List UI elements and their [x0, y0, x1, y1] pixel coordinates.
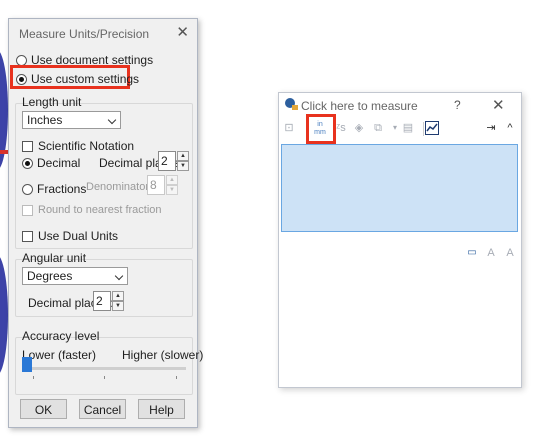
- accuracy-slider-track[interactable]: [26, 367, 186, 370]
- use-custom-settings-radio[interactable]: [16, 73, 27, 85]
- show-xyz-icon[interactable]: ᶻs: [334, 121, 348, 135]
- slider-tick: [33, 376, 34, 379]
- use-dual-units-option[interactable]: Use Dual Units: [22, 229, 118, 243]
- scientific-notation-option[interactable]: Scientific Notation: [22, 139, 134, 153]
- accuracy-level-group: [15, 337, 193, 395]
- accuracy-slider-thumb[interactable]: [22, 357, 32, 372]
- dropdown-icon[interactable]: ▾: [388, 121, 402, 135]
- help-icon[interactable]: ?: [454, 98, 461, 112]
- measure-tool-icon: [285, 98, 298, 110]
- denominator-stepper[interactable]: 8 ▲ ▼: [147, 175, 178, 195]
- stepper-up-icon[interactable]: ▲: [112, 291, 124, 301]
- scientific-notation-checkbox[interactable]: [22, 140, 33, 152]
- dialog-title: Measure Units/Precision: [19, 27, 150, 41]
- measure-window-title[interactable]: Click here to measure: [301, 99, 418, 113]
- length-decimal-places-stepper[interactable]: 2 ▲ ▼: [158, 151, 189, 171]
- fractions-radio[interactable]: [22, 183, 33, 195]
- stepper-up-icon[interactable]: ▲: [166, 175, 178, 185]
- history-icon[interactable]: ▤: [401, 121, 415, 135]
- pin-icon[interactable]: ⇥: [484, 121, 498, 135]
- slider-tick: [176, 376, 177, 379]
- stepper-down-icon[interactable]: ▼: [166, 185, 178, 195]
- accuracy-level-label: Accuracy level: [22, 329, 100, 343]
- use-document-settings-radio[interactable]: [16, 54, 27, 66]
- annotation-icon[interactable]: A: [484, 246, 498, 260]
- use-custom-settings-label: Use custom settings: [31, 72, 140, 86]
- decimal-label: Decimal: [37, 156, 81, 170]
- chevron-down-icon: [114, 271, 124, 281]
- angular-decimal-places-value[interactable]: 2: [93, 291, 111, 311]
- use-dual-units-checkbox[interactable]: [22, 230, 33, 242]
- measure-window: Click here to measure ? ✕ ⊡ in mm ᶻs ◈ ⧉ …: [278, 92, 522, 388]
- length-unit-select[interactable]: Inches: [22, 111, 121, 129]
- create-sensor-icon[interactable]: [425, 121, 439, 135]
- point-to-point-icon[interactable]: ◈: [352, 121, 366, 135]
- arc-circle-measure-icon[interactable]: ⊡: [282, 121, 296, 135]
- projected-on-icon[interactable]: ⧉: [371, 121, 385, 135]
- use-dual-units-label: Use Dual Units: [38, 229, 119, 243]
- ok-button[interactable]: OK: [20, 399, 67, 419]
- annotation-alt-icon[interactable]: A: [503, 246, 517, 260]
- measure-results-area[interactable]: [281, 144, 518, 232]
- fractions-option[interactable]: Fractions: [22, 182, 86, 196]
- decimal-radio[interactable]: [22, 157, 33, 169]
- collapse-icon[interactable]: ^: [503, 121, 517, 135]
- slider-tick: [104, 376, 105, 379]
- fractions-label: Fractions: [37, 182, 87, 196]
- stepper-up-icon[interactable]: ▲: [177, 151, 189, 161]
- length-unit-label: Length unit: [22, 95, 82, 109]
- round-to-nearest-fraction-checkbox[interactable]: [22, 204, 33, 216]
- angular-decimal-places-stepper[interactable]: 2 ▲ ▼: [93, 291, 124, 311]
- angular-unit-select[interactable]: Degrees: [22, 267, 128, 285]
- accuracy-higher-label: Higher (slower): [122, 348, 204, 362]
- chevron-down-icon: [107, 115, 117, 125]
- round-to-nearest-fraction-option[interactable]: Round to nearest fraction: [22, 204, 162, 216]
- measure-window-close-icon[interactable]: ✕: [492, 96, 505, 114]
- denominator-label: Denominator:: [86, 181, 153, 193]
- show-dimension-icon[interactable]: ▭: [465, 246, 479, 260]
- decimal-option[interactable]: Decimal: [22, 156, 80, 170]
- help-button[interactable]: Help: [138, 399, 185, 419]
- accuracy-lower-label: Lower (faster): [22, 348, 97, 362]
- use-custom-settings-option[interactable]: Use custom settings: [16, 72, 139, 86]
- cad-model-shape-bottom: [0, 255, 8, 375]
- angular-unit-selected: Degrees: [27, 269, 73, 283]
- stepper-down-icon[interactable]: ▼: [177, 161, 189, 171]
- denominator-value[interactable]: 8: [147, 175, 165, 195]
- units-precision-icon[interactable]: in mm: [312, 121, 328, 137]
- scientific-notation-label: Scientific Notation: [38, 139, 135, 153]
- round-to-nearest-fraction-label: Round to nearest fraction: [38, 204, 162, 216]
- cancel-button[interactable]: Cancel: [79, 399, 126, 419]
- length-unit-selected: Inches: [27, 113, 63, 127]
- stepper-down-icon[interactable]: ▼: [112, 301, 124, 311]
- toolbar-separator: [423, 122, 424, 136]
- length-decimal-places-value[interactable]: 2: [158, 151, 176, 171]
- angular-unit-label: Angular unit: [22, 251, 87, 265]
- dialog-close-icon[interactable]: ✕: [176, 23, 189, 41]
